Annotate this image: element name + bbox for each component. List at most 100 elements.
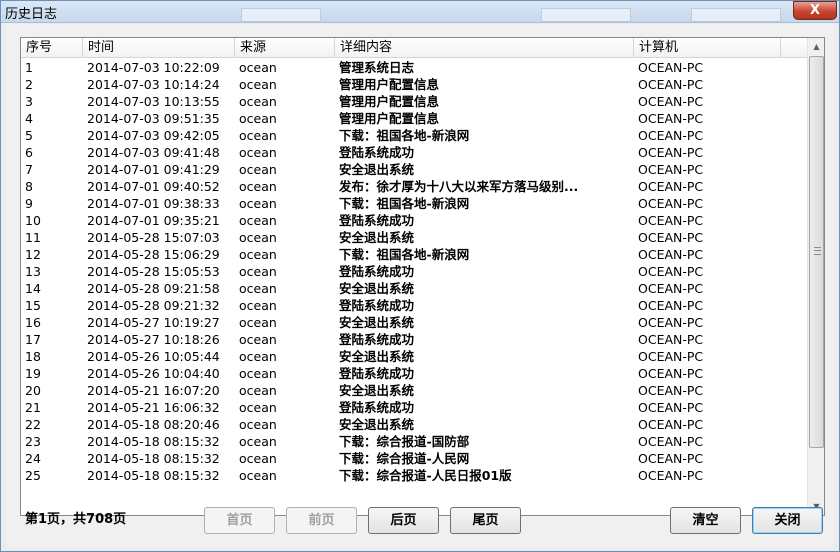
list-rows: 1 2014-07-03 10:22:09 ocean 管理系统日志 OCEAN-PC 2… [21,59,807,515]
table-row[interactable]: 16 2014-05-27 10:19:27 ocean 安全退出系统 OCEAN-PC [21,314,807,331]
row-seq: 13 [25,264,41,279]
column-header-detail[interactable]: 详细内容 [335,38,634,58]
row-seq: 17 [25,332,41,347]
table-row[interactable]: 14 2014-05-28 09:21:58 ocean 安全退出系统 OCEAN-PC [21,280,807,297]
row-source: ocean [239,128,277,143]
row-detail: 安全退出系统 [339,315,415,330]
row-detail: 安全退出系统 [339,230,415,245]
row-computer: OCEAN-PC [638,281,704,296]
table-row[interactable]: 25 2014-05-18 08:15:32 ocean 下载：综合报道-人民日报01… [21,467,807,484]
column-header-seq[interactable]: 序号 [21,38,83,58]
table-row[interactable]: 4 2014-07-03 09:51:35 ocean 管理用户配置信息 OCEAN-P… [21,110,807,127]
row-seq: 1 [25,60,33,75]
row-time: 2014-05-18 08:15:32 [87,451,220,466]
title-bar[interactable]: 历史日志 X [1,1,839,23]
row-time: 2014-05-21 16:07:20 [87,383,220,398]
row-computer: OCEAN-PC [638,128,704,143]
row-seq: 21 [25,400,41,415]
row-source: ocean [239,230,277,245]
row-time: 2014-05-28 15:06:29 [87,247,220,262]
table-row[interactable]: 7 2014-07-01 09:41:29 ocean 安全退出系统 OCEAN-PC [21,161,807,178]
row-source: ocean [239,196,277,211]
log-list-view[interactable]: 序号 时间 来源 详细内容 计算机 1 2014-07-03 10:22:09 oc… [20,37,825,516]
table-row[interactable]: 17 2014-05-27 10:18:26 ocean 登陆系统成功 OCEAN-PC [21,331,807,348]
column-header-source[interactable]: 来源 [235,38,335,58]
row-computer: OCEAN-PC [638,162,704,177]
vertical-scrollbar[interactable]: ▲ ▼ [807,38,824,515]
close-button[interactable]: 关闭 [752,507,823,534]
row-computer: OCEAN-PC [638,77,704,92]
table-row[interactable]: 11 2014-05-28 15:07:03 ocean 安全退出系统 OCEAN-PC [21,229,807,246]
row-seq: 15 [25,298,41,313]
table-row[interactable]: 23 2014-05-18 08:15:32 ocean 下载：综合报道-国防部 OCE… [21,433,807,450]
row-detail: 管理系统日志 [339,60,415,75]
table-row[interactable]: 21 2014-05-21 16:06:32 ocean 登陆系统成功 OCEAN-PC [21,399,807,416]
row-time: 2014-05-18 08:15:32 [87,468,220,483]
table-row[interactable]: 5 2014-07-03 09:42:05 ocean 下载：祖国各地-新浪网 OCEA… [21,127,807,144]
row-time: 2014-05-18 08:15:32 [87,434,220,449]
table-row[interactable]: 2 2014-07-03 10:14:24 ocean 管理用户配置信息 OCEAN-P… [21,76,807,93]
table-row[interactable]: 24 2014-05-18 08:15:32 ocean 下载：综合报道-人民网 OCE… [21,450,807,467]
row-computer: OCEAN-PC [638,451,704,466]
row-source: ocean [239,400,277,415]
row-source: ocean [239,468,277,483]
row-computer: OCEAN-PC [638,94,704,109]
table-row[interactable]: 22 2014-05-18 08:20:46 ocean 安全退出系统 OCEAN-PC [21,416,807,433]
row-detail: 发布：徐才厚为十八大以来军方落马级别... [339,179,579,194]
row-source: ocean [239,383,277,398]
table-row[interactable]: 8 2014-07-01 09:40:52 ocean 发布：徐才厚为十八大以来军方落… [21,178,807,195]
column-header-time[interactable]: 时间 [83,38,235,58]
next-page-button[interactable]: 后页 [368,507,439,534]
row-computer: OCEAN-PC [638,298,704,313]
row-source: ocean [239,434,277,449]
row-detail: 管理用户配置信息 [339,77,440,92]
column-header-computer[interactable]: 计算机 [634,38,781,58]
row-time: 2014-05-28 09:21:58 [87,281,220,296]
clear-button[interactable]: 清空 [670,507,741,534]
table-row[interactable]: 18 2014-05-26 10:05:44 ocean 安全退出系统 OCEAN-PC [21,348,807,365]
row-detail: 登陆系统成功 [339,366,415,381]
table-row[interactable]: 9 2014-07-01 09:38:33 ocean 下载：祖国各地-新浪网 OCEA… [21,195,807,212]
row-computer: OCEAN-PC [638,417,704,432]
first-page-button[interactable]: 首页 [204,507,275,534]
scrollbar-thumb[interactable] [809,56,824,448]
row-seq: 20 [25,383,41,398]
table-row[interactable]: 12 2014-05-28 15:06:29 ocean 下载：祖国各地-新浪网 OCE… [21,246,807,263]
row-detail: 登陆系统成功 [339,145,415,160]
row-computer: OCEAN-PC [638,264,704,279]
table-row[interactable]: 10 2014-07-01 09:35:21 ocean 登陆系统成功 OCEAN-PC [21,212,807,229]
row-time: 2014-05-27 10:19:27 [87,315,220,330]
row-detail: 安全退出系统 [339,162,415,177]
row-source: ocean [239,451,277,466]
row-computer: OCEAN-PC [638,366,704,381]
row-time: 2014-05-28 15:05:53 [87,264,220,279]
table-row[interactable]: 13 2014-05-28 15:05:53 ocean 登陆系统成功 OCEAN-PC [21,263,807,280]
last-page-button[interactable]: 尾页 [450,507,521,534]
row-time: 2014-05-28 15:07:03 [87,230,220,245]
table-row[interactable]: 19 2014-05-26 10:04:40 ocean 登陆系统成功 OCEAN-PC [21,365,807,382]
row-seq: 23 [25,434,41,449]
row-time: 2014-07-01 09:40:52 [87,179,220,194]
row-time: 2014-05-18 08:20:46 [87,417,220,432]
table-row[interactable]: 1 2014-07-03 10:22:09 ocean 管理系统日志 OCEAN-PC [21,59,807,76]
row-detail: 安全退出系统 [339,281,415,296]
prev-page-button[interactable]: 前页 [286,507,357,534]
row-seq: 14 [25,281,41,296]
row-source: ocean [239,111,277,126]
background-field [241,8,321,22]
table-row[interactable]: 15 2014-05-28 09:21:32 ocean 登陆系统成功 OCEAN-PC [21,297,807,314]
row-detail: 下载：祖国各地-新浪网 [339,196,470,211]
row-detail: 下载：综合报道-人民日报01版 [339,468,512,483]
row-time: 2014-07-03 10:14:24 [87,77,220,92]
row-seq: 22 [25,417,41,432]
grip-icon [814,247,821,255]
row-detail: 管理用户配置信息 [339,111,440,126]
row-source: ocean [239,162,277,177]
table-row[interactable]: 6 2014-07-03 09:41:48 ocean 登陆系统成功 OCEAN-PC [21,144,807,161]
scroll-up-icon[interactable]: ▲ [808,38,824,55]
row-seq: 10 [25,213,41,228]
row-detail: 登陆系统成功 [339,213,415,228]
table-row[interactable]: 3 2014-07-03 10:13:55 ocean 管理用户配置信息 OCEAN-P… [21,93,807,110]
window-close-button[interactable]: X [793,1,837,20]
table-row[interactable]: 20 2014-05-21 16:07:20 ocean 安全退出系统 OCEAN-PC [21,382,807,399]
